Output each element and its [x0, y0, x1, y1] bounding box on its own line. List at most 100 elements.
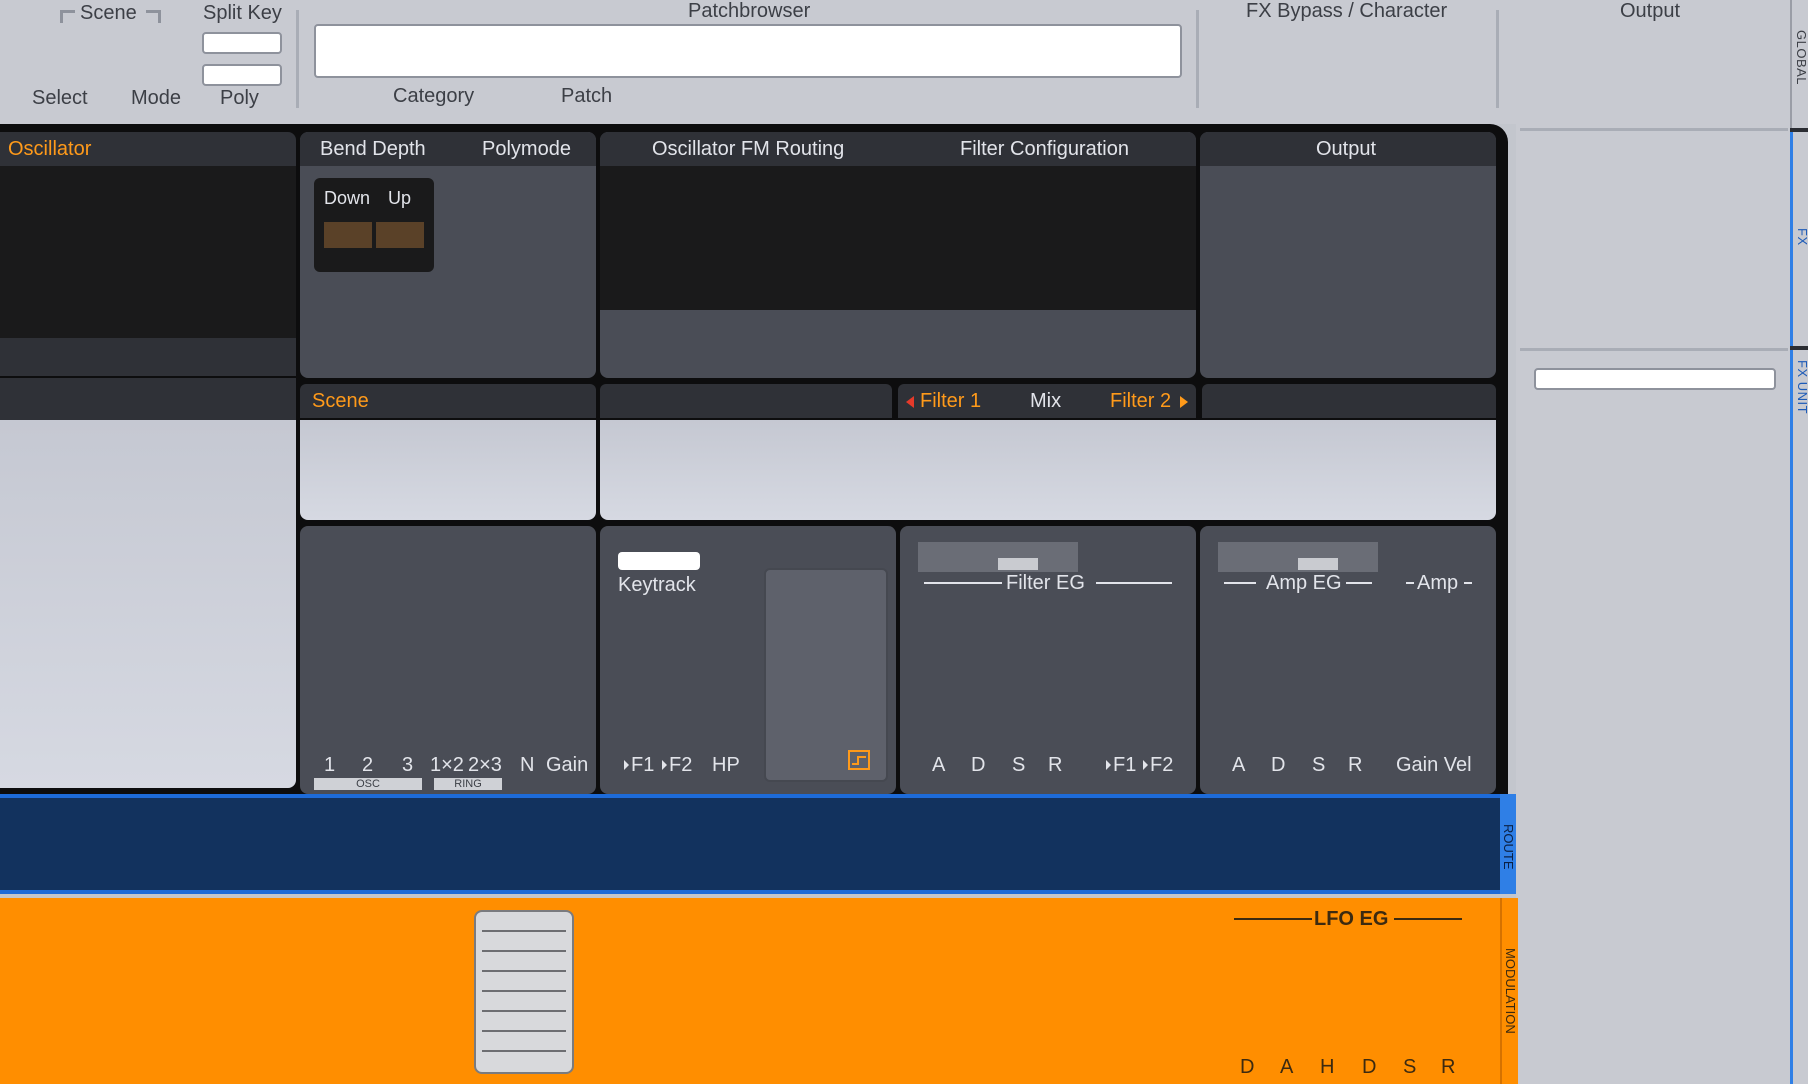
filter-params-area — [600, 420, 1496, 520]
filter-eg-f1-label[interactable]: F1 — [1113, 754, 1136, 777]
fx-unit-field[interactable] — [1534, 368, 1776, 390]
filter-eg-a[interactable]: A — [932, 754, 945, 777]
divider — [1346, 582, 1372, 584]
filter-config-label[interactable]: Filter Configuration — [960, 138, 1129, 161]
osc-fm-routing-label[interactable]: Oscillator FM Routing — [652, 138, 844, 161]
filter-type-arrow-icon — [662, 760, 667, 770]
tab-route-label: ROUTE — [1501, 824, 1516, 870]
filter-eg-arrow-icon — [1106, 760, 1111, 770]
filter-eg-f2-label[interactable]: F2 — [1150, 754, 1173, 777]
lfo-eg-release[interactable]: R — [1441, 1056, 1455, 1079]
category-label[interactable]: Category — [393, 85, 474, 108]
output-header-label: Output — [1620, 0, 1681, 22]
lfo-eg-sustain[interactable]: S — [1403, 1056, 1416, 1079]
lfo-shape-selector[interactable] — [474, 910, 574, 1074]
filter-f2-label[interactable]: F2 — [669, 754, 692, 777]
scene-params-area — [300, 420, 596, 520]
split-key-field[interactable] — [202, 32, 282, 54]
tab-fx[interactable]: FX — [1790, 132, 1808, 346]
filter1-label[interactable]: Filter 1 — [920, 390, 981, 413]
oscillator-params-area — [0, 420, 296, 788]
modulation-section: LFO EG D A H D S R — [0, 898, 1500, 1084]
filter-type-arrow-icon — [624, 760, 629, 770]
ring-badge: RING — [434, 778, 502, 790]
poly-label: Poly — [220, 87, 259, 109]
divider — [1520, 128, 1788, 131]
scene-select-label[interactable]: Select — [32, 87, 88, 110]
tab-global-label: GLOBAL — [1794, 30, 1808, 86]
tab-global[interactable]: GLOBAL — [1790, 0, 1808, 128]
filter-eg-panel: Filter EG A D S R F1 F2 — [900, 526, 1196, 794]
divider — [1394, 918, 1462, 920]
output-footer-header — [1202, 384, 1496, 418]
amp-eg-a[interactable]: A — [1232, 754, 1245, 777]
bend-down-field[interactable] — [324, 222, 372, 248]
filter-eg-mode-thumb[interactable] — [998, 558, 1038, 570]
filter2-arrow-icon[interactable] — [1180, 396, 1188, 408]
scene-bracket-right — [146, 10, 161, 23]
bend-depth-label: Bend Depth — [320, 138, 426, 160]
amp-title: Amp — [1417, 572, 1459, 594]
lfo-eg-decay[interactable]: D — [1362, 1056, 1376, 1079]
gain-vel-label[interactable]: Gain Vel — [1396, 754, 1472, 777]
mixer-channel-3[interactable]: 3 — [402, 754, 413, 777]
poly-field[interactable] — [202, 64, 282, 86]
amp-eg-d[interactable]: D — [1271, 754, 1285, 777]
patch-name-field[interactable] — [314, 24, 1182, 78]
split-key-label: Split Key — [203, 2, 282, 24]
waveshaper-box[interactable] — [764, 568, 888, 782]
divider — [1234, 918, 1312, 920]
filter1-arrow-icon[interactable] — [906, 396, 914, 408]
tab-modulation-label: MODULATION — [1503, 948, 1518, 1034]
divider — [924, 582, 1002, 584]
lfo-eg-title: LFO EG — [1314, 908, 1389, 930]
waveshaper-icon[interactable] — [848, 750, 870, 770]
bend-up-field[interactable] — [376, 222, 424, 248]
keytrack-field[interactable] — [618, 552, 700, 570]
bend-down-label: Down — [324, 188, 371, 208]
filter2-label[interactable]: Filter 2 — [1110, 390, 1171, 413]
tab-route[interactable]: ROUTE — [1500, 794, 1516, 894]
fx-bypass-label[interactable]: FX Bypass / Character — [1246, 0, 1447, 23]
amp-eg-mode-thumb[interactable] — [1298, 558, 1338, 570]
oscillator-title: Oscillator — [8, 138, 92, 160]
amp-eg-r[interactable]: R — [1348, 754, 1362, 777]
filter-eg-arrow-icon — [1143, 760, 1148, 770]
filter-mix-header: Filter 1 Mix Filter 2 — [898, 384, 1196, 418]
bend-up-label: Up — [388, 188, 412, 208]
filter-eg-r[interactable]: R — [1048, 754, 1062, 777]
mixer-channel-2[interactable]: 2 — [362, 754, 373, 777]
amp-eg-title: Amp EG — [1266, 572, 1342, 594]
global-header: Scene Select Mode Split Key Poly Patchbr… — [0, 0, 1790, 124]
mixer-channel-1[interactable]: 1 — [324, 754, 335, 777]
mixer-channel-gain[interactable]: Gain — [546, 754, 588, 777]
divider — [1196, 10, 1199, 108]
patchbrowser-label: Patchbrowser — [688, 0, 811, 22]
tab-fx-unit[interactable]: FX UNIT — [1790, 350, 1808, 1084]
fx-area — [1516, 124, 1790, 1084]
routing-config-panel: Oscillator FM Routing Filter Configurati… — [600, 132, 1196, 378]
lfo-eg-attack[interactable]: A — [1280, 1056, 1293, 1079]
lfo-eg-hold[interactable]: H — [1320, 1056, 1334, 1079]
mixer-panel: 1 2 3 1×2 2×3 N Gain OSC RING — [300, 526, 596, 794]
hp-label[interactable]: HP — [712, 754, 740, 777]
keytrack-label: Keytrack — [618, 574, 696, 596]
divider — [1520, 348, 1788, 351]
tab-fx-unit-label: FX UNIT — [1795, 360, 1808, 415]
mixer-channel-noise[interactable]: N — [520, 754, 534, 777]
filter-eg-title: Filter EG — [1006, 572, 1085, 594]
polymode-label[interactable]: Polymode — [482, 138, 571, 161]
filter-eg-d[interactable]: D — [971, 754, 985, 777]
output-panel-title: Output — [1316, 138, 1377, 160]
filter-f1-label[interactable]: F1 — [631, 754, 654, 777]
scene-mode-label[interactable]: Mode — [131, 87, 181, 110]
amp-eg-s[interactable]: S — [1312, 754, 1325, 777]
output-panel: Output — [1200, 132, 1496, 378]
mixer-channel-ring12[interactable]: 1×2 — [430, 754, 464, 777]
osc-badge: OSC — [314, 778, 422, 790]
tab-modulation[interactable]: MODULATION — [1500, 898, 1518, 1084]
lfo-eg-delay[interactable]: D — [1240, 1056, 1254, 1079]
mixer-channel-ring23[interactable]: 2×3 — [468, 754, 502, 777]
filter-eg-s[interactable]: S — [1012, 754, 1025, 777]
patch-label[interactable]: Patch — [561, 85, 612, 108]
